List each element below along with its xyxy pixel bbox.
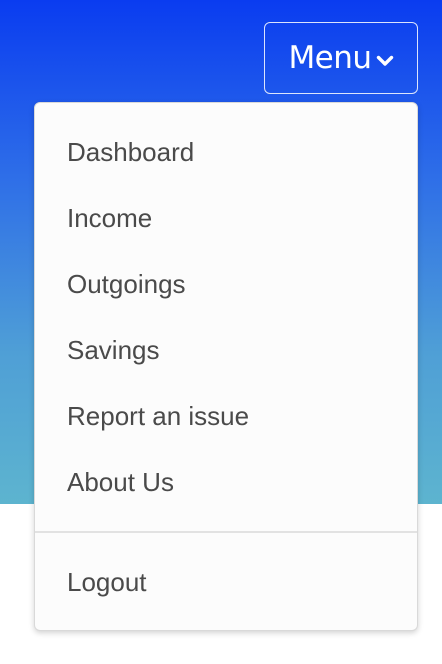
app-page: Menu Dashboard Income Outgoings Savings … bbox=[0, 0, 442, 664]
menu-item-report-issue[interactable]: Report an issue bbox=[67, 401, 249, 432]
menu-toggle-button[interactable]: Menu bbox=[264, 22, 418, 94]
menu-item-logout[interactable]: Logout bbox=[67, 567, 147, 598]
menu-button-label: Menu bbox=[288, 40, 372, 76]
menu-item-about-us[interactable]: About Us bbox=[67, 467, 174, 498]
menu-item-income[interactable]: Income bbox=[67, 203, 152, 234]
menu-divider bbox=[35, 531, 417, 533]
menu-item-dashboard[interactable]: Dashboard bbox=[67, 137, 194, 168]
chevron-down-icon bbox=[376, 52, 394, 70]
dropdown-menu: Dashboard Income Outgoings Savings Repor… bbox=[34, 102, 418, 631]
menu-item-outgoings[interactable]: Outgoings bbox=[67, 269, 186, 300]
menu-item-savings[interactable]: Savings bbox=[67, 335, 160, 366]
